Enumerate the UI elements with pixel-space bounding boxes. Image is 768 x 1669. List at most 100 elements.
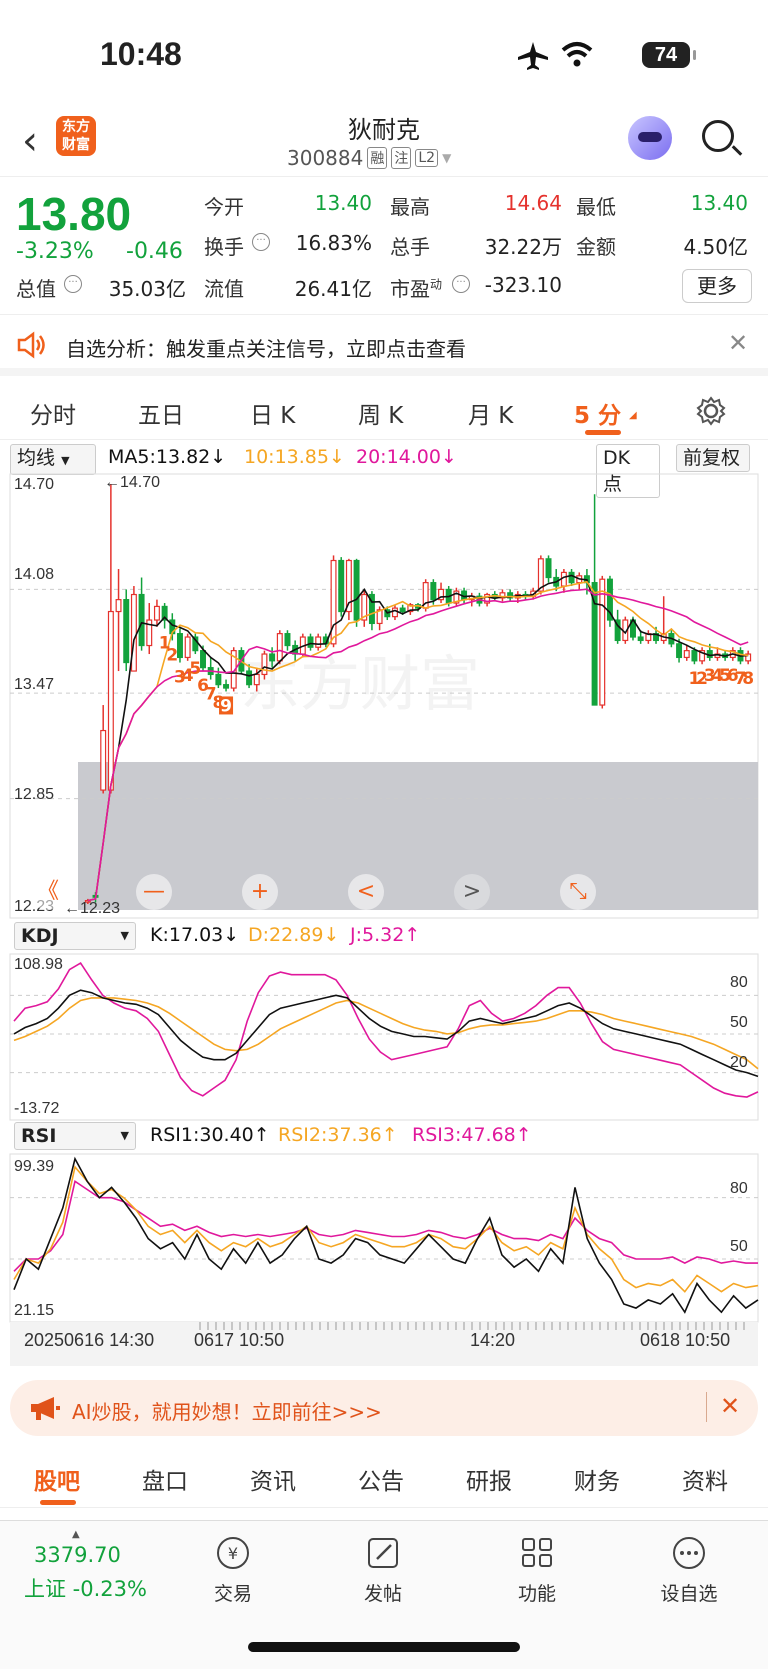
divider [706, 1392, 707, 1422]
kdj-tick-80: 80 [730, 974, 748, 991]
candle [161, 603, 168, 629]
candle [699, 647, 706, 665]
candle [176, 628, 183, 663]
nav-trade[interactable]: ¥ 交易 [188, 1535, 278, 1606]
ai-banner[interactable]: AI炒股，就用妙想！立即前往>>> ✕ [10, 1380, 758, 1436]
candle [606, 575, 613, 627]
nav-label: 发帖 [363, 1583, 402, 1605]
tab-stock-forum[interactable]: 股吧 [34, 1462, 80, 1496]
chart-svg: 东方财富 12345678912345678 [9, 473, 759, 1366]
svg-text:¥: ¥ [228, 1544, 238, 1563]
scroll-left-button[interactable]: < [348, 874, 384, 910]
tab-news[interactable]: 资讯 [250, 1462, 296, 1496]
candle [107, 484, 114, 794]
fullscreen-button[interactable]: ⤡ [560, 874, 596, 910]
kdj-min-label: -13.72 [14, 1100, 60, 1117]
y-tick-label: 14.70 [14, 476, 55, 493]
scroll-right-button[interactable]: > [454, 874, 490, 910]
rsi-tick-50: 50 [730, 1238, 748, 1255]
rsi3-value: RSI3:47.68↑ [412, 1124, 532, 1146]
candle [146, 603, 153, 655]
edit-icon [368, 1538, 398, 1568]
x-tick-label: 0617 10:50 [194, 1330, 285, 1350]
td-count: 2 [166, 645, 178, 665]
kdj-selector[interactable]: KDJ ▼ [14, 922, 136, 950]
candle [745, 650, 752, 665]
megaphone-icon [31, 1397, 60, 1420]
rsi3-line [13, 1179, 758, 1272]
candle [599, 575, 606, 709]
candle [545, 555, 552, 583]
rsi-min-label: 21.15 [14, 1302, 55, 1319]
kdj-lines [13, 962, 759, 1098]
rsi-selector[interactable]: RSI ▼ [14, 1122, 136, 1150]
td-count: 9 [220, 696, 232, 716]
nav-add-watchlist[interactable]: 设自选 [644, 1535, 734, 1606]
tab-research[interactable]: 研报 [466, 1462, 512, 1496]
rsi1-value: RSI1:30.40↑ [150, 1124, 270, 1146]
yen-circle-icon: ¥ [217, 1537, 249, 1569]
candle [100, 705, 107, 794]
ai-banner-text: AI炒股，就用妙想！立即前往>>> [72, 1400, 382, 1424]
close-icon[interactable]: ✕ [720, 1392, 740, 1420]
candle [683, 645, 690, 661]
rsi2-value: RSI2:37.36↑ [278, 1124, 398, 1146]
tab-order-book[interactable]: 盘口 [142, 1462, 188, 1496]
rsi-tick-80: 80 [730, 1180, 748, 1197]
nav-post[interactable]: 发帖 [338, 1535, 428, 1606]
high-marker: ←14.70 [104, 474, 161, 491]
info-tabs: 股吧 盘口 资讯 公告 研报 财务 资料 [0, 1448, 768, 1508]
caret-up-icon: ▲ [72, 1529, 80, 1540]
kdj-max-label: 108.98 [14, 956, 63, 973]
watermark: 东方财富 [240, 650, 480, 720]
candle [353, 558, 360, 627]
rsi-lines [13, 1156, 759, 1314]
candle [568, 569, 575, 587]
tab-profile[interactable]: 资料 [682, 1462, 728, 1496]
x-tick-label: 14:20 [470, 1330, 516, 1350]
candle [315, 633, 322, 651]
kdj-k-line [13, 989, 759, 1078]
rsi-grid [10, 1197, 758, 1260]
candle [645, 630, 652, 644]
candle [391, 604, 398, 621]
kdj-k-value: K:17.03↓ [150, 924, 240, 946]
candle [207, 657, 214, 680]
nav-label: 交易 [213, 1583, 252, 1605]
y-tick-label: 13.47 [14, 676, 55, 693]
y-tick-label: 12.85 [14, 786, 55, 803]
candle [499, 589, 506, 602]
tab-announcements[interactable]: 公告 [358, 1462, 404, 1496]
more-circle-icon [673, 1537, 705, 1569]
zoom-out-button[interactable]: — [136, 874, 172, 910]
home-indicator[interactable] [248, 1642, 520, 1652]
kdj-tick-50: 50 [730, 1014, 748, 1031]
scroll-left-fast-button[interactable]: 《 [30, 874, 66, 910]
nav-label: 设自选 [660, 1583, 718, 1605]
kdj-j-line [13, 962, 759, 1098]
candle [484, 592, 491, 607]
candle [438, 582, 445, 604]
candle [138, 577, 145, 651]
candle [507, 589, 514, 602]
low-marker: ←12.23 [64, 900, 121, 917]
candle [453, 587, 460, 607]
candle [307, 633, 314, 651]
zoom-in-button[interactable]: + [242, 874, 278, 910]
kdj-tick-20: 20 [730, 1054, 748, 1071]
tab-financials[interactable]: 财务 [574, 1462, 620, 1496]
candle [576, 572, 583, 590]
candle [184, 633, 191, 661]
kdj-d-value: D:22.89↓ [248, 924, 340, 946]
candle [115, 569, 122, 672]
nav-label: 功能 [517, 1583, 556, 1605]
index-label[interactable]: 上证 -0.23% [24, 1573, 147, 1603]
rsi-max-label: 99.39 [14, 1158, 55, 1175]
nav-functions[interactable]: 功能 [492, 1535, 582, 1606]
index-value[interactable]: 3379.70 [34, 1543, 121, 1567]
y-tick-label: 14.08 [14, 566, 55, 583]
candle [361, 589, 368, 627]
candle [215, 667, 222, 689]
candle [223, 679, 230, 692]
grid-icon [522, 1538, 552, 1567]
